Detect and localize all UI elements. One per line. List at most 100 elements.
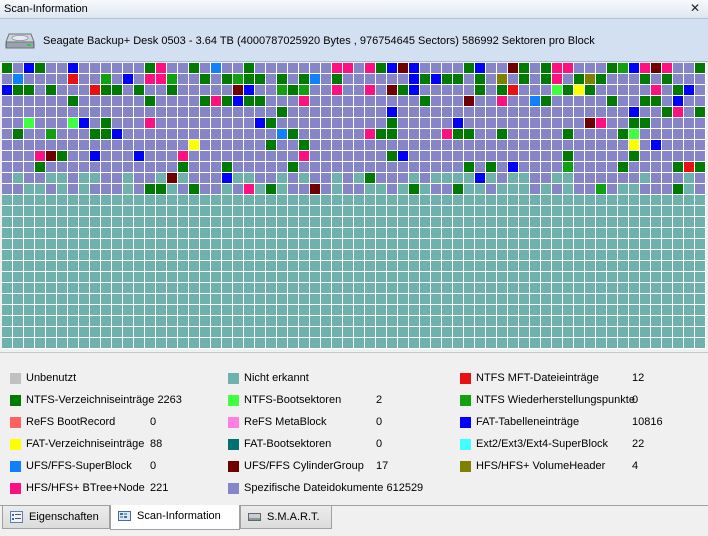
- sector-cell: [178, 206, 188, 216]
- sector-cell: [519, 261, 529, 271]
- sector-cell: [134, 151, 144, 161]
- sector-cell: [46, 63, 56, 73]
- sector-cell: [277, 283, 287, 293]
- sector-cell: [343, 118, 353, 128]
- sector-cell: [420, 217, 430, 227]
- sector-cell: [277, 184, 287, 194]
- sector-cell: [178, 195, 188, 205]
- sector-cell: [35, 85, 45, 95]
- sector-cell: [618, 85, 628, 95]
- sector-cell: [376, 173, 386, 183]
- tab-s-m-a-r-t[interactable]: S.M.A.R.T.: [240, 506, 332, 529]
- sector-cell: [695, 195, 705, 205]
- legend-swatch: [228, 483, 239, 494]
- sector-cell: [618, 206, 628, 216]
- sector-cell: [662, 261, 672, 271]
- sector-map[interactable]: [2, 63, 706, 349]
- sector-cell: [233, 107, 243, 117]
- sector-cell: [332, 261, 342, 271]
- sector-cell: [387, 151, 397, 161]
- sector-cell: [629, 118, 639, 128]
- sector-cell: [497, 283, 507, 293]
- sector-cell: [123, 129, 133, 139]
- sector-cell: [387, 107, 397, 117]
- sector-cell: [497, 140, 507, 150]
- sector-cell: [134, 107, 144, 117]
- sector-cell: [145, 173, 155, 183]
- sector-cell: [453, 129, 463, 139]
- legend-label: UFS/FFS CylinderGroup: [244, 460, 364, 472]
- sector-cell: [332, 338, 342, 348]
- sector-cell: [530, 316, 540, 326]
- sector-cell: [420, 118, 430, 128]
- legend-swatch: [228, 417, 239, 428]
- sector-cell: [365, 338, 375, 348]
- sector-cell: [244, 228, 254, 238]
- sector-cell: [618, 173, 628, 183]
- sector-cell: [585, 151, 595, 161]
- sector-cell: [519, 294, 529, 304]
- bottom-tab-bar: Eigenschaften Scan-Information S.M.A.R.T.: [0, 505, 708, 536]
- sector-cell: [46, 316, 56, 326]
- sector-cell: [431, 96, 441, 106]
- sector-cell: [222, 173, 232, 183]
- sector-cell: [673, 129, 683, 139]
- sector-cell: [299, 305, 309, 315]
- sector-cell: [310, 272, 320, 282]
- sector-cell: [420, 250, 430, 260]
- sector-cell: [2, 96, 12, 106]
- sector-cell: [79, 85, 89, 95]
- sector-cell: [189, 316, 199, 326]
- sector-cell: [332, 195, 342, 205]
- sector-cell: [2, 250, 12, 260]
- sector-cell: [57, 327, 67, 337]
- sector-cell: [530, 184, 540, 194]
- sector-cell: [123, 338, 133, 348]
- sector-cell: [167, 129, 177, 139]
- sector-cell: [178, 107, 188, 117]
- sector-cell: [233, 63, 243, 73]
- legend-count: 0: [150, 416, 157, 428]
- sector-cell: [332, 151, 342, 161]
- sector-cell: [299, 228, 309, 238]
- sector-cell: [288, 327, 298, 337]
- sector-cell: [112, 195, 122, 205]
- sector-cell: [640, 272, 650, 282]
- sector-cell: [629, 63, 639, 73]
- sector-cell: [156, 338, 166, 348]
- sector-cell: [90, 250, 100, 260]
- sector-cell: [640, 239, 650, 249]
- sector-cell: [266, 305, 276, 315]
- sector-cell: [24, 261, 34, 271]
- sector-cell: [288, 294, 298, 304]
- sector-cell: [112, 283, 122, 293]
- sector-cell: [475, 261, 485, 271]
- sector-cell: [112, 96, 122, 106]
- sector-cell: [167, 327, 177, 337]
- close-icon[interactable]: ✕: [688, 1, 702, 15]
- sector-cell: [398, 250, 408, 260]
- sector-cell: [277, 129, 287, 139]
- sector-cell: [640, 173, 650, 183]
- sector-cell: [200, 96, 210, 106]
- sector-cell: [607, 63, 617, 73]
- sector-cell: [475, 294, 485, 304]
- sector-cell: [13, 294, 23, 304]
- sector-cell: [277, 250, 287, 260]
- sector-cell: [673, 250, 683, 260]
- sector-cell: [244, 294, 254, 304]
- sector-cell: [629, 239, 639, 249]
- tab-eigenschaften[interactable]: Eigenschaften: [2, 506, 110, 529]
- sector-cell: [255, 239, 265, 249]
- sector-cell: [321, 206, 331, 216]
- sector-cell: [35, 140, 45, 150]
- sector-cell: [2, 74, 12, 84]
- sector-cell: [211, 63, 221, 73]
- sector-cell: [651, 217, 661, 227]
- sector-cell: [123, 107, 133, 117]
- sector-cell: [112, 74, 122, 84]
- sector-cell: [101, 250, 111, 260]
- tab-scan-information[interactable]: Scan-Information: [110, 505, 240, 530]
- sector-cell: [332, 129, 342, 139]
- sector-cell: [354, 162, 364, 172]
